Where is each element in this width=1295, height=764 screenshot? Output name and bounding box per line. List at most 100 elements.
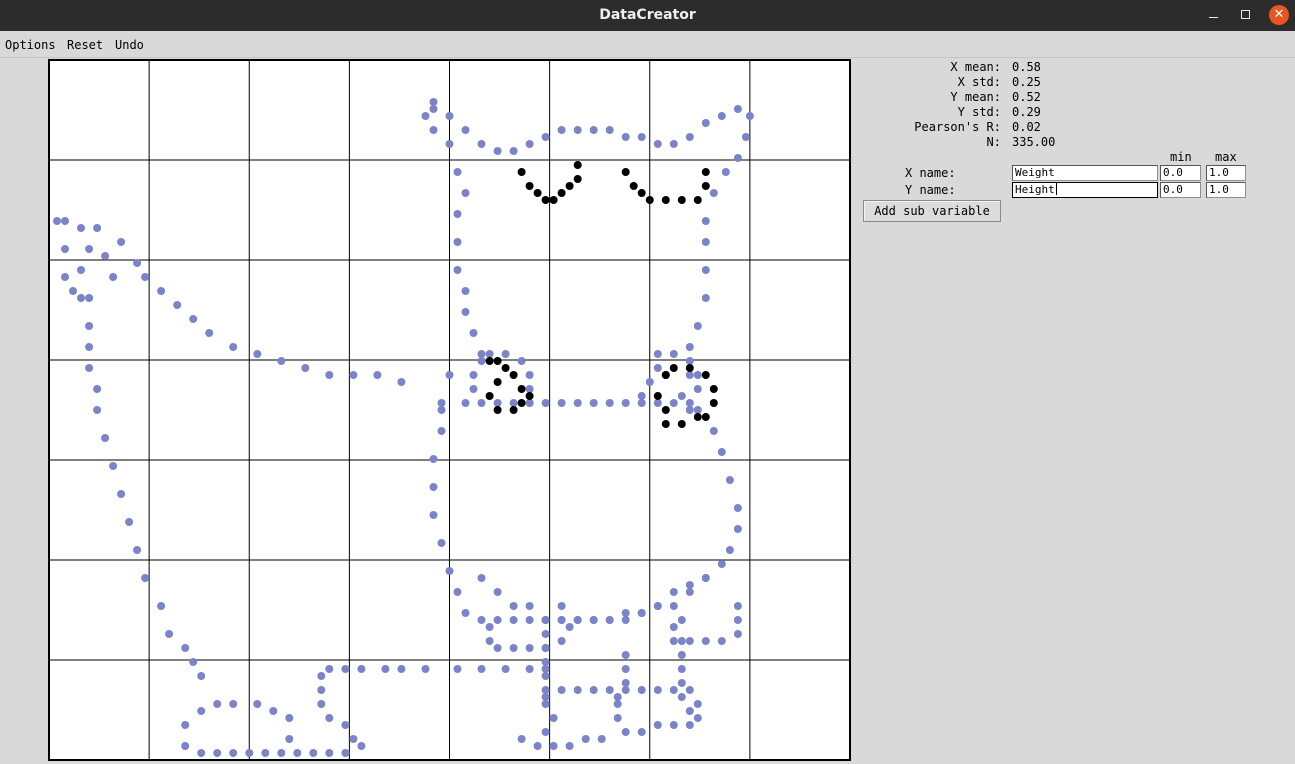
data-point[interactable] xyxy=(469,385,478,393)
sub-variable-point[interactable] xyxy=(509,406,518,414)
sub-variable-point[interactable] xyxy=(709,399,718,407)
x-min-field[interactable]: 0.0 xyxy=(1160,165,1201,181)
data-point[interactable] xyxy=(589,126,598,134)
data-point[interactable] xyxy=(509,616,518,624)
data-point[interactable] xyxy=(453,168,462,176)
data-point[interactable] xyxy=(669,623,678,631)
data-point[interactable] xyxy=(325,714,334,722)
data-point[interactable] xyxy=(677,392,686,400)
data-point[interactable] xyxy=(613,714,622,722)
x-max-field[interactable]: 1.0 xyxy=(1206,165,1246,181)
plot-canvas[interactable] xyxy=(48,59,852,764)
data-point[interactable] xyxy=(621,609,630,617)
data-point[interactable] xyxy=(685,581,694,589)
data-point[interactable] xyxy=(565,742,574,750)
data-point[interactable] xyxy=(293,749,302,757)
data-point[interactable] xyxy=(693,714,702,722)
data-point[interactable] xyxy=(709,189,718,197)
data-point[interactable] xyxy=(485,623,494,631)
data-point[interactable] xyxy=(637,609,646,617)
data-point[interactable] xyxy=(133,259,142,267)
data-point[interactable] xyxy=(317,672,326,680)
y-min-field[interactable]: 0.0 xyxy=(1160,182,1201,198)
data-point[interactable] xyxy=(477,399,486,407)
data-point[interactable] xyxy=(549,714,558,722)
data-point[interactable] xyxy=(109,273,118,281)
data-point[interactable] xyxy=(253,350,262,358)
y-max-field[interactable]: 1.0 xyxy=(1206,182,1246,198)
data-point[interactable] xyxy=(165,630,174,638)
sub-variable-point[interactable] xyxy=(677,420,686,428)
data-point[interactable] xyxy=(501,350,510,358)
data-point[interactable] xyxy=(653,140,662,148)
sub-variable-point[interactable] xyxy=(501,364,510,372)
data-point[interactable] xyxy=(741,133,750,141)
sub-variable-point[interactable] xyxy=(661,420,670,428)
data-point[interactable] xyxy=(493,399,502,407)
data-point[interactable] xyxy=(461,308,470,316)
data-point[interactable] xyxy=(277,357,286,365)
data-point[interactable] xyxy=(653,399,662,407)
data-point[interactable] xyxy=(653,602,662,610)
data-point[interactable] xyxy=(205,329,214,337)
data-point[interactable] xyxy=(693,385,702,393)
data-point[interactable] xyxy=(557,126,566,134)
data-point[interactable] xyxy=(557,399,566,407)
data-point[interactable] xyxy=(261,749,270,757)
data-point[interactable] xyxy=(685,707,694,715)
data-point[interactable] xyxy=(173,301,182,309)
data-point[interactable] xyxy=(341,721,350,729)
data-point[interactable] xyxy=(653,364,662,372)
data-point[interactable] xyxy=(685,588,694,596)
data-point[interactable] xyxy=(229,343,238,351)
data-point[interactable] xyxy=(77,266,85,274)
data-point[interactable] xyxy=(645,378,654,386)
data-point[interactable] xyxy=(437,406,446,414)
data-point[interactable] xyxy=(717,560,726,568)
data-point[interactable] xyxy=(445,112,454,120)
sub-variable-point[interactable] xyxy=(525,182,534,190)
data-point[interactable] xyxy=(493,616,502,624)
data-point[interactable] xyxy=(357,665,366,673)
data-point[interactable] xyxy=(477,140,486,148)
data-point[interactable] xyxy=(429,98,438,106)
data-point[interactable] xyxy=(701,574,710,582)
data-point[interactable] xyxy=(669,399,678,407)
data-point[interactable] xyxy=(685,343,694,351)
sub-variable-point[interactable] xyxy=(517,168,526,176)
data-point[interactable] xyxy=(685,406,694,414)
data-point[interactable] xyxy=(141,574,150,582)
data-point[interactable] xyxy=(437,427,446,435)
data-point[interactable] xyxy=(621,665,630,673)
data-point[interactable] xyxy=(637,392,646,400)
data-point[interactable] xyxy=(541,700,550,708)
data-point[interactable] xyxy=(213,749,222,757)
sub-variable-point[interactable] xyxy=(701,371,710,379)
data-point[interactable] xyxy=(565,623,574,631)
data-point[interactable] xyxy=(157,287,166,295)
data-point[interactable] xyxy=(229,700,238,708)
data-point[interactable] xyxy=(525,616,534,624)
data-point[interactable] xyxy=(573,399,582,407)
sub-variable-point[interactable] xyxy=(525,392,534,400)
data-point[interactable] xyxy=(685,133,694,141)
data-point[interactable] xyxy=(701,119,710,127)
data-point[interactable] xyxy=(453,210,462,218)
data-point[interactable] xyxy=(525,399,534,407)
close-button[interactable]: ✕ xyxy=(1269,5,1289,25)
data-point[interactable] xyxy=(725,476,734,484)
sub-variable-point[interactable] xyxy=(693,196,702,204)
data-point[interactable] xyxy=(373,371,382,379)
data-point[interactable] xyxy=(693,371,702,379)
data-point[interactable] xyxy=(541,658,550,666)
data-point[interactable] xyxy=(669,588,678,596)
sub-variable-point[interactable] xyxy=(677,196,686,204)
sub-variable-point[interactable] xyxy=(637,189,646,197)
data-point[interactable] xyxy=(573,616,582,624)
data-point[interactable] xyxy=(637,728,646,736)
data-point[interactable] xyxy=(621,399,630,407)
data-point[interactable] xyxy=(493,147,502,155)
data-point[interactable] xyxy=(573,686,582,694)
data-point[interactable] xyxy=(701,294,710,302)
data-point[interactable] xyxy=(541,728,550,736)
